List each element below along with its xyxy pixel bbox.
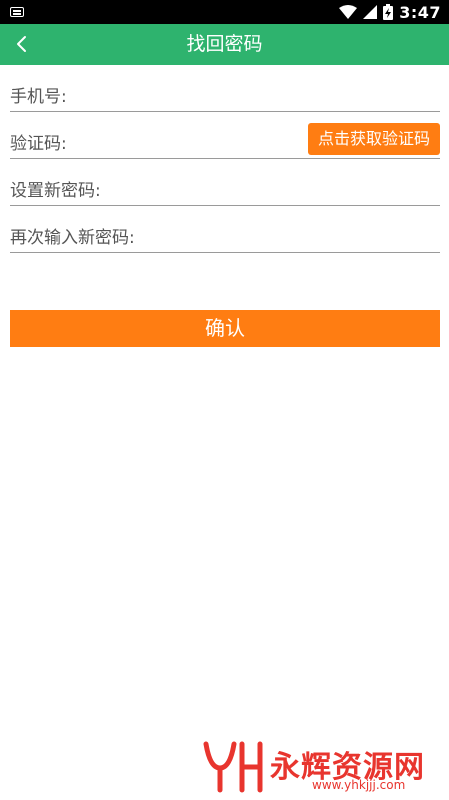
status-icons: 3:47	[339, 0, 441, 24]
status-bar: 3:47	[0, 0, 449, 24]
phone-field-row: 手机号:	[10, 82, 440, 112]
app-bar: 找回密码	[0, 24, 449, 65]
watermark: 永辉资源网 www.yhkjjj.com	[200, 738, 440, 794]
wifi-icon	[339, 5, 358, 19]
phone-input[interactable]	[82, 82, 440, 111]
signal-icon	[363, 5, 378, 19]
new-password-field-row: 设置新密码:	[10, 176, 440, 206]
chevron-left-icon	[17, 36, 26, 52]
keyboard-icon	[10, 7, 24, 17]
back-button[interactable]	[6, 28, 38, 60]
code-label: 验证码:	[10, 134, 67, 154]
confirm-password-field-row: 再次输入新密码:	[10, 223, 440, 253]
new-password-input[interactable]	[110, 176, 440, 205]
confirm-password-label: 再次输入新密码:	[10, 228, 135, 248]
page-title: 找回密码	[186, 33, 263, 55]
status-time: 3:47	[399, 2, 441, 22]
code-input[interactable]	[82, 129, 306, 158]
confirm-button[interactable]: 确认	[10, 310, 440, 347]
get-code-button[interactable]: 点击获取验证码	[308, 123, 440, 155]
watermark-url: www.yhkjjj.com	[312, 778, 406, 792]
battery-charging-icon	[383, 4, 394, 20]
confirm-password-input[interactable]	[144, 223, 440, 252]
new-password-label: 设置新密码:	[10, 181, 101, 201]
phone-label: 手机号:	[10, 87, 67, 107]
watermark-logo	[203, 741, 263, 793]
